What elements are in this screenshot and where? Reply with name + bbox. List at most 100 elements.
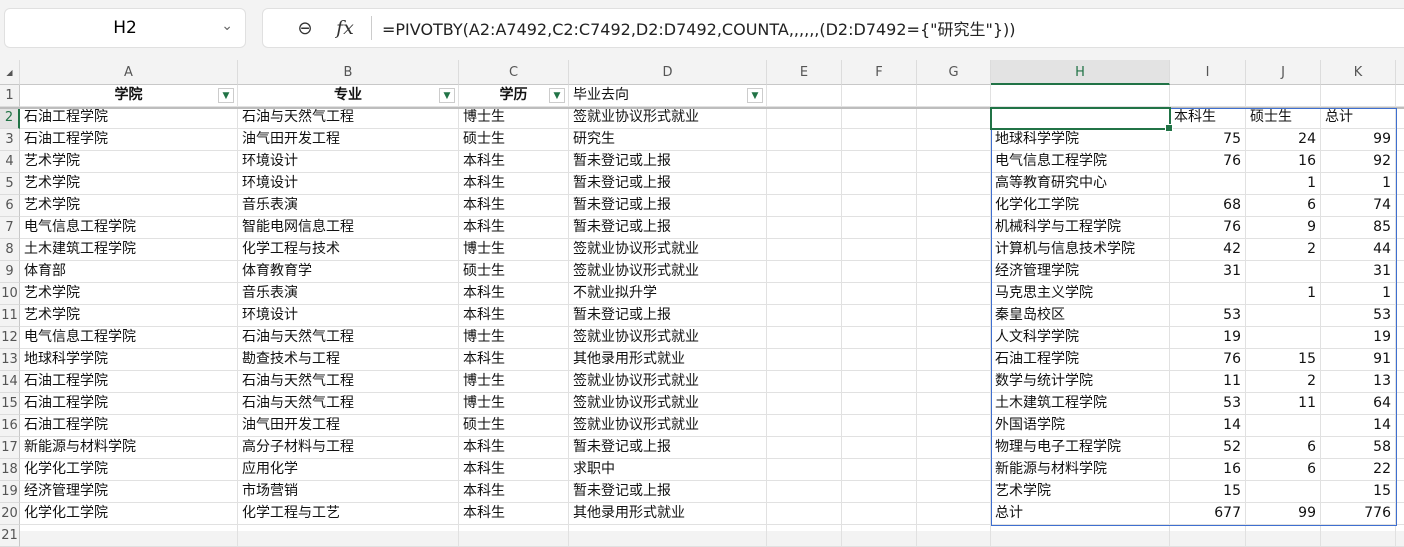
pivot-cell[interactable]: 91 (1321, 349, 1396, 371)
cell[interactable]: 电气信息工程学院 (20, 327, 238, 349)
cell[interactable]: 硕士生 (459, 129, 569, 151)
cell[interactable]: 本科生 (459, 349, 569, 371)
cell[interactable]: 硕士生 (459, 261, 569, 283)
cell[interactable]: 艺术学院 (20, 195, 238, 217)
pivot-cell[interactable]: 16 (1246, 151, 1321, 173)
cell[interactable] (842, 239, 917, 261)
row-header-12[interactable]: 12 (0, 327, 20, 349)
cell[interactable]: 签就业协议形式就业 (569, 371, 767, 393)
cell[interactable]: 本科生 (459, 305, 569, 327)
cell[interactable]: 本科生 (459, 151, 569, 173)
cell[interactable] (842, 459, 917, 481)
pivot-header-cell[interactable]: 总计 (1321, 107, 1396, 129)
cell[interactable] (842, 217, 917, 239)
row-header-11[interactable]: 11 (0, 305, 20, 327)
cell[interactable]: 石油工程学院 (20, 415, 238, 437)
pivot-cell[interactable] (1246, 481, 1321, 503)
cell[interactable] (767, 327, 842, 349)
cell[interactable] (1321, 525, 1396, 547)
cell[interactable]: 博士生 (459, 107, 569, 129)
cell[interactable] (917, 393, 991, 415)
filter-header-cell[interactable]: 专业 ▼ (238, 85, 459, 107)
cell[interactable] (842, 129, 917, 151)
row-header-17[interactable]: 17 (0, 437, 20, 459)
pivot-cell[interactable]: 地球科学学院 (991, 129, 1170, 151)
cell[interactable] (767, 525, 842, 547)
cell[interactable] (917, 525, 991, 547)
pivot-cell[interactable]: 53 (1170, 305, 1246, 327)
row-header-9[interactable]: 9 (0, 261, 20, 283)
cell[interactable] (842, 415, 917, 437)
formula-input[interactable]: =PIVOTBY(A2:A7492,C2:C7492,D2:D7492,COUN… (382, 16, 1016, 40)
cell[interactable] (767, 283, 842, 305)
cell[interactable] (767, 85, 842, 107)
cell[interactable] (917, 283, 991, 305)
pivot-cell[interactable]: 16 (1170, 459, 1246, 481)
cell[interactable] (767, 459, 842, 481)
column-header-g[interactable]: G (917, 60, 991, 85)
cell[interactable]: 博士生 (459, 393, 569, 415)
pivot-cell[interactable]: 数学与统计学院 (991, 371, 1170, 393)
pivot-cell[interactable]: 经济管理学院 (991, 261, 1170, 283)
pivot-cell[interactable]: 776 (1321, 503, 1396, 525)
cell[interactable]: 勘查技术与工程 (238, 349, 459, 371)
cell[interactable]: 化学化工学院 (20, 503, 238, 525)
cell[interactable]: 研究生 (569, 129, 767, 151)
cell[interactable]: 电气信息工程学院 (20, 217, 238, 239)
cell[interactable]: 化学化工学院 (20, 459, 238, 481)
cell[interactable] (917, 415, 991, 437)
cell[interactable] (917, 437, 991, 459)
cell[interactable] (1396, 173, 1404, 195)
cell[interactable]: 求职中 (569, 459, 767, 481)
cell[interactable]: 暂未登记或上报 (569, 305, 767, 327)
row-header-2[interactable]: 2 (0, 107, 20, 129)
cell[interactable] (842, 283, 917, 305)
cell[interactable] (1396, 349, 1404, 371)
cell[interactable] (767, 503, 842, 525)
cell[interactable]: 化学工程与技术 (238, 239, 459, 261)
cell[interactable] (1246, 85, 1321, 107)
cell[interactable]: 石油工程学院 (20, 129, 238, 151)
cell[interactable]: 高分子材料与工程 (238, 437, 459, 459)
row-header-15[interactable]: 15 (0, 393, 20, 415)
row-header-16[interactable]: 16 (0, 415, 20, 437)
cell[interactable] (767, 305, 842, 327)
cell[interactable]: 石油与天然气工程 (238, 327, 459, 349)
cell[interactable] (1396, 481, 1404, 503)
column-header-h[interactable]: H (991, 60, 1170, 85)
pivot-cell[interactable]: 76 (1170, 349, 1246, 371)
cell[interactable] (917, 349, 991, 371)
cell[interactable] (917, 195, 991, 217)
chevron-down-icon[interactable]: ⌄ (221, 18, 233, 34)
cell[interactable]: 新能源与材料学院 (20, 437, 238, 459)
cell[interactable] (569, 525, 767, 547)
pivot-cell[interactable]: 75 (1170, 129, 1246, 151)
pivot-cell[interactable]: 总计 (991, 503, 1170, 525)
cell[interactable]: 艺术学院 (20, 283, 238, 305)
pivot-cell[interactable] (1246, 327, 1321, 349)
pivot-cell[interactable]: 19 (1170, 327, 1246, 349)
cell[interactable] (917, 459, 991, 481)
cell[interactable]: 其他录用形式就业 (569, 503, 767, 525)
pivot-cell[interactable] (1246, 305, 1321, 327)
pivot-cell[interactable]: 92 (1321, 151, 1396, 173)
cell[interactable]: 智能电网信息工程 (238, 217, 459, 239)
pivot-cell[interactable] (1170, 283, 1246, 305)
pivot-cell[interactable]: 2 (1246, 239, 1321, 261)
cell[interactable] (1170, 525, 1246, 547)
cell[interactable]: 暂未登记或上报 (569, 217, 767, 239)
cell[interactable] (767, 195, 842, 217)
column-header-f[interactable]: F (842, 60, 917, 85)
pivot-cell[interactable]: 15 (1246, 349, 1321, 371)
pivot-cell[interactable]: 14 (1170, 415, 1246, 437)
row-header-14[interactable]: 14 (0, 371, 20, 393)
pivot-cell[interactable]: 计算机与信息技术学院 (991, 239, 1170, 261)
cell[interactable]: 体育部 (20, 261, 238, 283)
cell[interactable]: 艺术学院 (20, 151, 238, 173)
cell[interactable] (842, 371, 917, 393)
cell[interactable] (767, 371, 842, 393)
cell[interactable]: 本科生 (459, 503, 569, 525)
cell[interactable]: 市场营销 (238, 481, 459, 503)
pivot-cell[interactable]: 1 (1321, 283, 1396, 305)
cell[interactable]: 体育教育学 (238, 261, 459, 283)
